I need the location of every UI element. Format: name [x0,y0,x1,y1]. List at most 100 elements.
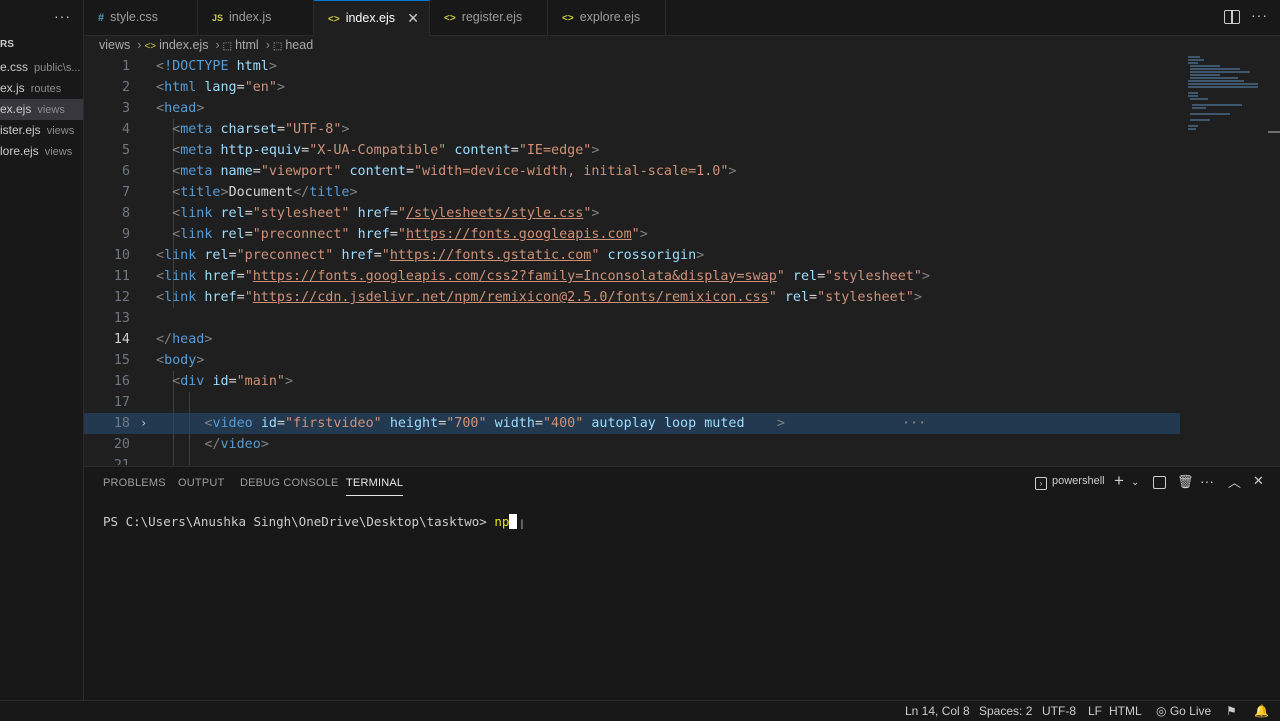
status-bar: Ln 14, Col 8 Spaces: 2 UTF-8 LF HTML ◎ G… [0,700,1280,721]
code-text: <meta http-equiv="X-UA-Compatible" conte… [172,143,600,158]
breadcrumb-head[interactable]: head [285,38,313,52]
js-file-icon: JS [212,13,224,23]
file-dir: views [44,146,73,158]
tab-explore-ejs[interactable]: <> explore.ejs [548,0,666,35]
terminal-input[interactable]: np [494,514,509,529]
code-text: <link rel="stylesheet" href="/stylesheet… [172,206,600,221]
minimap-line [1190,119,1210,121]
code-line: 4 <meta charset="UTF-8"> [84,119,1180,140]
tab-register-ejs[interactable]: <> register.ejs [430,0,548,35]
minimap-line [1190,98,1208,100]
code-text: <meta name="viewport" content="width=dev… [172,164,737,179]
broadcast-icon: ◎ [1156,704,1167,718]
code-text: <video id="firstvideo" height="700" widt… [204,416,785,431]
code-text: <link href="https://cdn.jsdelivr.net/npm… [156,290,922,305]
minimap-line [1188,59,1204,61]
language-mode[interactable]: HTML [1109,704,1142,718]
line-number: 14 [113,332,130,347]
split-terminal-icon[interactable] [1153,476,1166,489]
notifications-bell-icon[interactable]: 🔔 [1254,704,1269,718]
minimap-line [1188,80,1244,82]
code-line-highlighted: 18 › <video id="firstvideo" height="700" … [84,413,1180,434]
line-number: 4 [121,122,130,137]
minimap-line [1192,104,1242,106]
line-number: 18 [113,416,130,431]
split-editor-icon[interactable] [1224,10,1240,24]
indentation[interactable]: Spaces: 2 [979,704,1032,718]
code-editor[interactable]: 1 <!DOCTYPE html> 2 <html lang="en"> 3 <hea… [84,56,1280,465]
terminal-line[interactable]: PS C:\Users\Anushka Singh\OneDrive\Deskt… [103,514,518,529]
breadcrumb-html[interactable]: html [235,38,259,52]
chevron-right-icon: › [215,38,220,52]
end-of-line[interactable]: LF [1088,704,1102,718]
chevron-right-icon[interactable]: › [140,413,147,434]
code-line: 12 <link href="https://cdn.jsdelivr.net/n… [84,287,1180,308]
feedback-icon[interactable]: ⚑ [1226,704,1237,718]
tab-style-css[interactable]: # style.css [84,0,198,35]
terminal-shell-selector[interactable]: › powershell [1035,475,1105,490]
chevron-up-icon[interactable]: ︿ [1228,472,1241,491]
sidebar-file-index-js[interactable]: ex.js routes [0,78,83,99]
minimap-line [1190,65,1220,67]
scrollbar-marker[interactable] [1268,131,1280,133]
minimap-line [1190,77,1238,79]
tab-terminal[interactable]: TERMINAL [346,477,404,496]
ejs-file-icon: <> [562,13,574,24]
tab-output[interactable]: OUTPUT [178,477,224,489]
code-line: 10 <link rel="preconnect" href="https://f… [84,245,1180,266]
minimap-line [1188,95,1198,97]
code-line: 20 </video> [84,434,1180,455]
code-line: 17 [84,392,1180,413]
line-number: 10 [113,248,130,263]
tab-debug-console[interactable]: DEBUG CONSOLE [240,477,339,489]
code-line: 6 <meta name="viewport" content="width=d… [84,161,1180,182]
line-number: 21 [84,455,130,465]
close-icon[interactable]: ✕ [1253,473,1264,489]
more-actions-icon[interactable]: ··· [1200,473,1214,489]
plus-icon[interactable]: + [1114,471,1124,491]
line-number: 15 [113,353,130,368]
minimap-line [1188,86,1258,88]
breadcrumb-file[interactable]: index.ejs [159,38,208,52]
tab-index-js[interactable]: JS index.js [198,0,314,35]
tab-label: register.ejs [461,10,523,24]
code-line: 2 <html lang="en"> [84,77,1180,98]
file-name: ex.js [0,81,25,95]
line-number: 7 [121,185,130,200]
go-live-label: Go Live [1169,704,1212,718]
sidebar-file-explore-ejs[interactable]: lore.ejs views [0,141,83,162]
line-number: 11 [113,269,130,284]
file-name: e.css [0,60,29,74]
trash-icon[interactable]: 🗑 [1177,474,1194,490]
code-line: 3 <head> [84,98,1180,119]
cursor-position[interactable]: Ln 14, Col 8 [905,704,970,718]
chevron-down-icon[interactable]: ⌄ [1131,477,1139,488]
encoding[interactable]: UTF-8 [1042,704,1076,718]
code-line: 21 [84,455,1180,465]
close-icon[interactable]: ✕ [407,1,419,36]
open-editors-header[interactable]: RS [0,39,14,50]
folded-ellipsis[interactable]: ··· [902,413,926,434]
breadcrumb-folder[interactable]: views [99,38,130,52]
sidebar-file-style-css[interactable]: e.css public\s... [0,57,83,78]
go-live-button[interactable]: ◎ Go Live [1156,704,1211,718]
more-actions-icon[interactable]: ··· [1251,7,1268,23]
sidebar-file-register-ejs[interactable]: ister.ejs views [0,120,83,141]
code-text: <link rel="preconnect" href="https://fon… [172,227,648,242]
file-name: lore.ejs [0,144,39,158]
file-name: ex.ejs [0,102,32,116]
code-line: 9 <link rel="preconnect" href="https://f… [84,224,1180,245]
line-number: 3 [121,101,130,116]
minimap-line [1192,107,1206,109]
tab-label: explore.ejs [579,10,641,24]
more-actions-icon[interactable]: ··· [54,8,71,24]
chevron-right-icon: › [265,38,270,52]
shell-name: powershell [1052,475,1105,487]
tab-problems[interactable]: PROBLEMS [103,477,166,489]
minimap-line [1190,113,1230,115]
terminal-prompt: PS C:\Users\Anushka Singh\OneDrive\Deskt… [103,514,495,529]
tab-index-ejs[interactable]: <> index.ejs ✕ [314,0,430,36]
sidebar-file-index-ejs[interactable]: ex.ejs views [0,99,83,120]
breadcrumb: views › <> index.ejs › ⬚ html › ⬚ head [99,38,316,54]
minimap[interactable] [1186,56,1266,136]
